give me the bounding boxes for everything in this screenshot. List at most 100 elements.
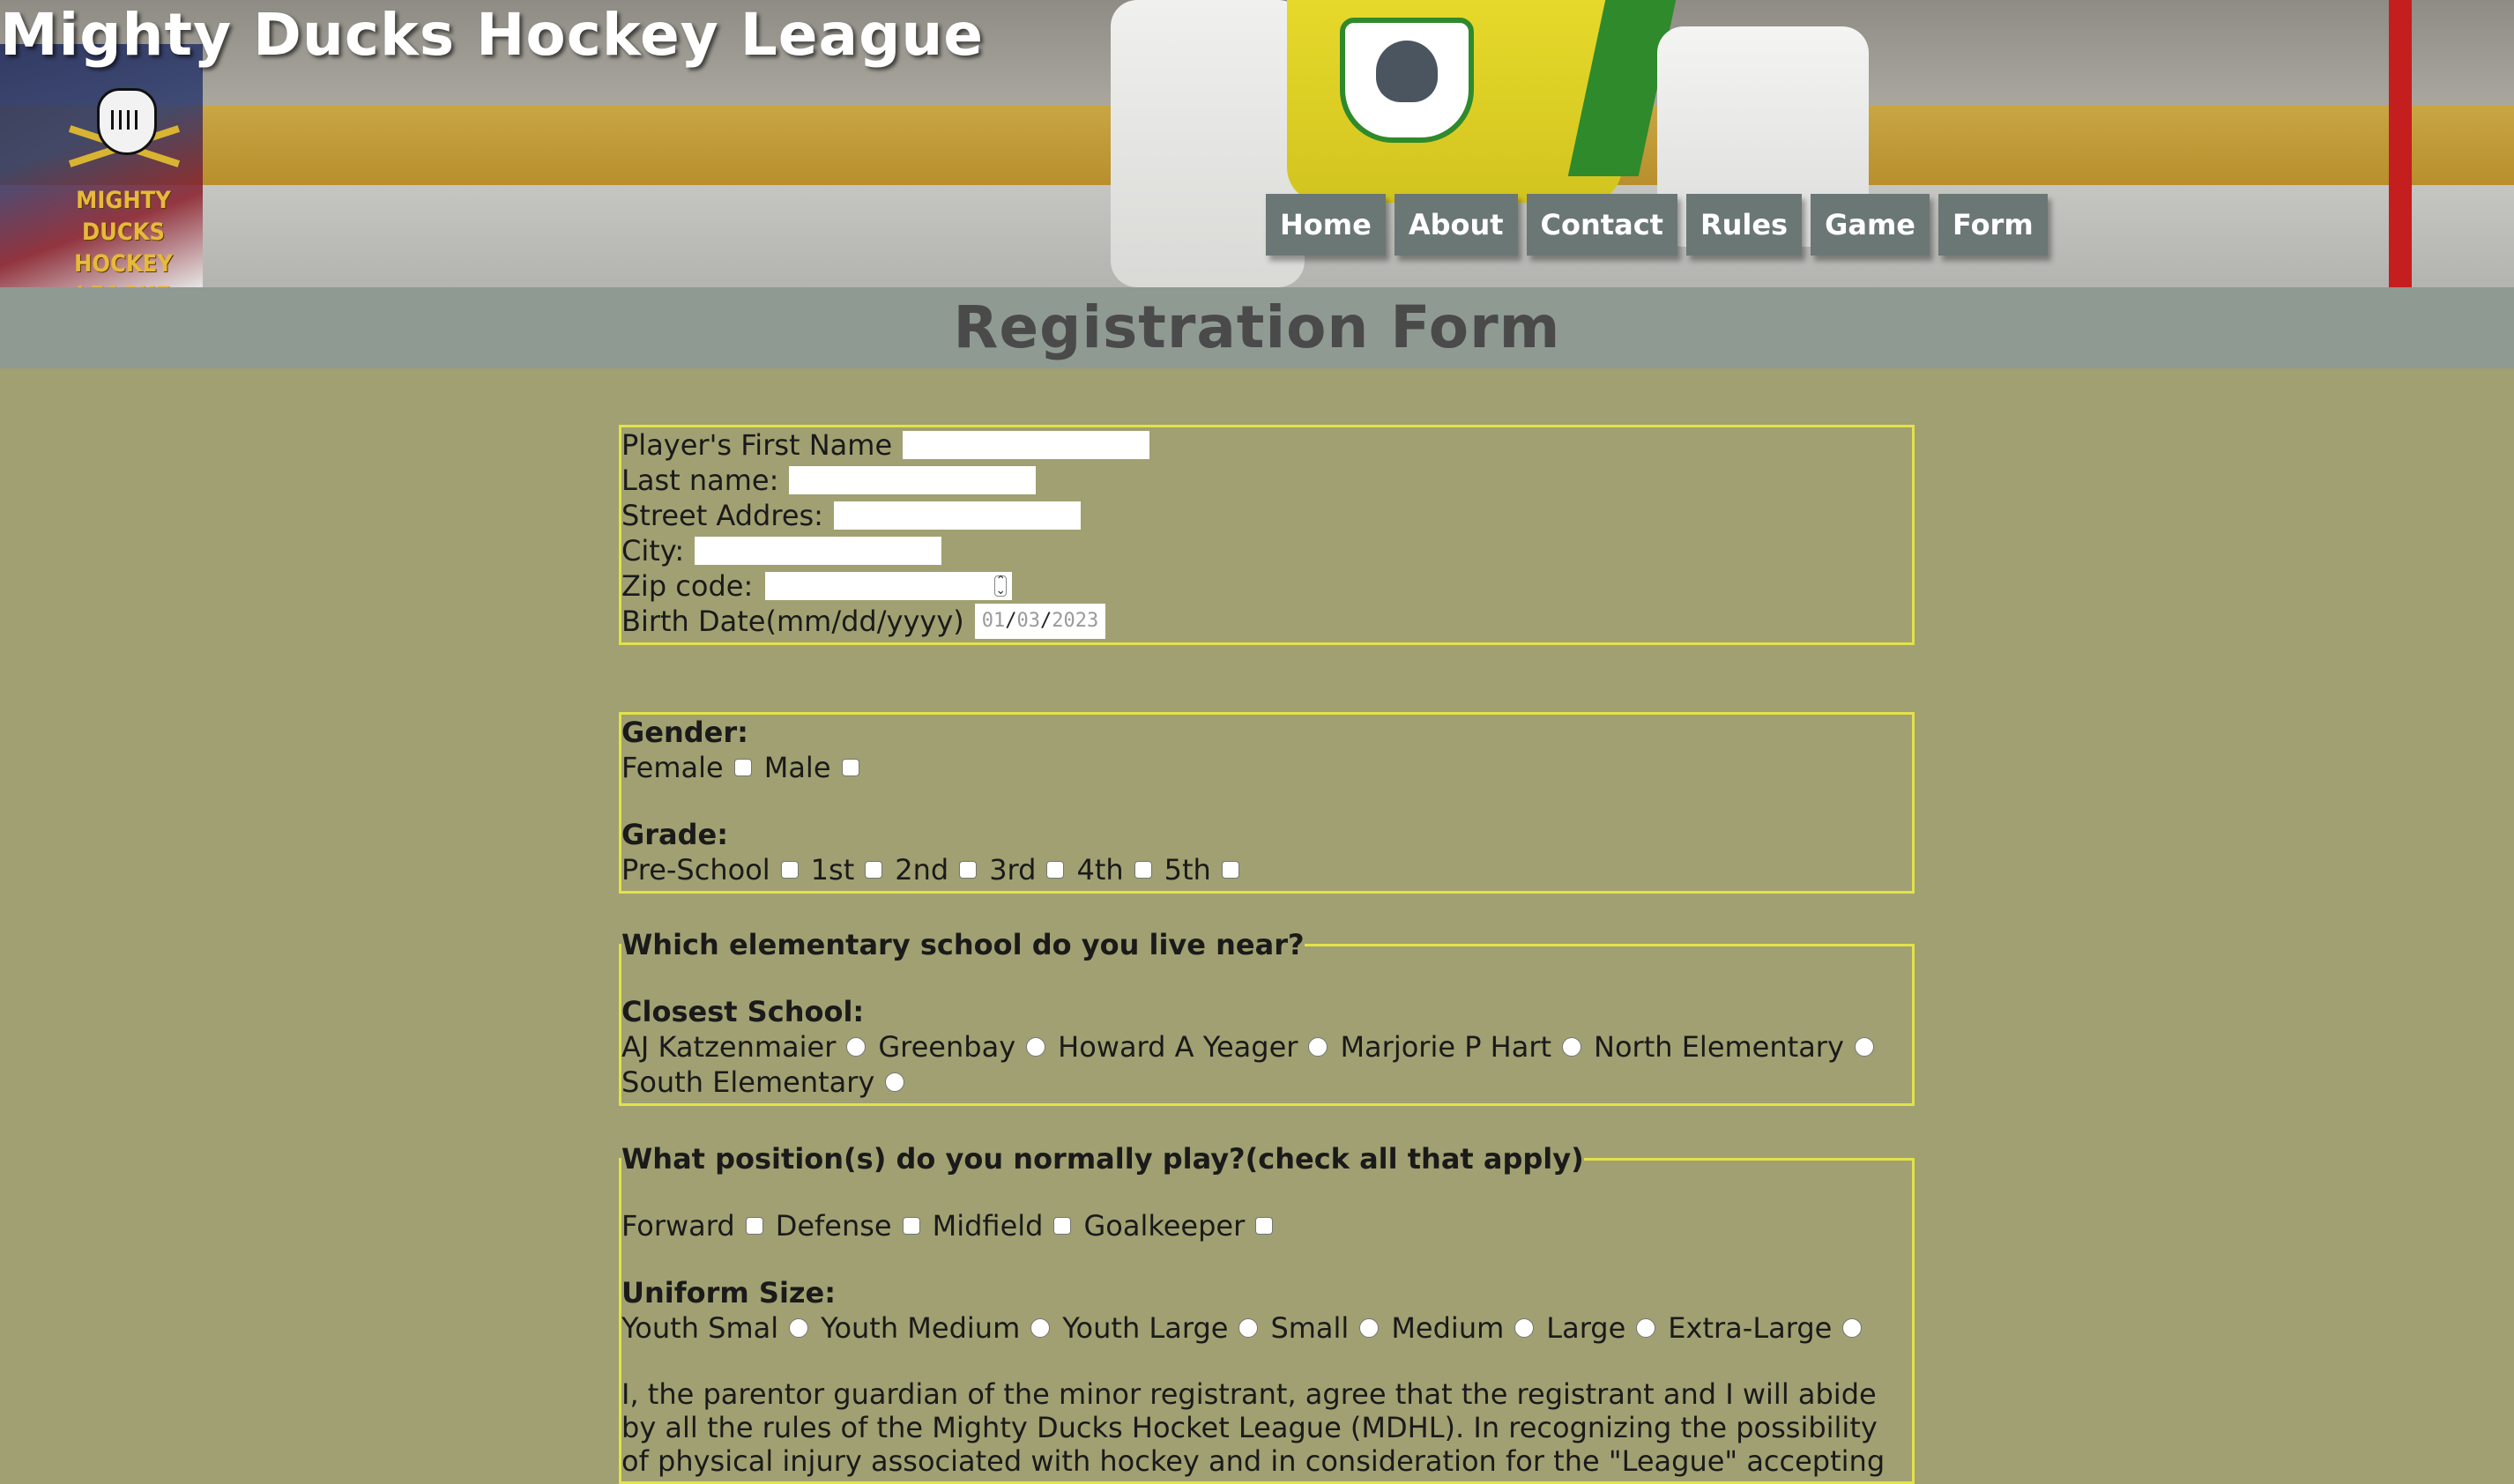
- street-row: Street Addres:: [621, 498, 1912, 533]
- gender-female-checkbox[interactable]: [733, 759, 752, 776]
- position-defense-checkbox[interactable]: [902, 1217, 920, 1235]
- nav-form[interactable]: Form: [1938, 194, 2048, 256]
- gender-male-label: Male: [763, 751, 831, 784]
- grade-5th-label: 5th: [1164, 853, 1211, 887]
- position-option: Goalkeeper: [1083, 1208, 1285, 1243]
- school-option: Marjorie P Hart: [1340, 1029, 1594, 1065]
- birth-day[interactable]: 03: [1016, 610, 1040, 632]
- street-label: Street Addres:: [621, 499, 823, 532]
- last-name-input[interactable]: [789, 466, 1037, 494]
- zip-label: Zip code:: [621, 569, 754, 603]
- uniform-youth-small-radio[interactable]: [789, 1318, 809, 1338]
- uniform-option: Large: [1546, 1310, 1668, 1346]
- grade-1st-checkbox[interactable]: [865, 861, 883, 879]
- uniform-option: Youth Medium: [821, 1310, 1062, 1346]
- position-midfield-checkbox[interactable]: [1053, 1217, 1072, 1235]
- zip-input[interactable]: ⌃ ⌄: [765, 572, 1013, 600]
- school-option: South Elementary: [621, 1065, 917, 1100]
- last-name-label: Last name:: [621, 464, 779, 497]
- main-nav: Home About Contact Rules Game Form: [1266, 194, 2048, 256]
- school-option: North Elementary: [1594, 1029, 1886, 1065]
- birth-month[interactable]: 01: [982, 610, 1006, 632]
- school-options: AJ Katzenmaier Greenbay Howard A Yeager …: [621, 1029, 1912, 1065]
- grade-option: Pre-School: [621, 852, 811, 887]
- uniform-youth-large-label: Youth Large: [1062, 1311, 1229, 1345]
- nav-rules[interactable]: Rules: [1685, 194, 1803, 256]
- logo-text: MIGHTY DUCKS HOCKEY LEAGUE: [35, 185, 212, 287]
- logo-line-1: MIGHTY DUCKS: [76, 187, 171, 246]
- birth-date-label: Birth Date(mm/dd/yyyy): [621, 605, 964, 638]
- school-greenbay-radio[interactable]: [1026, 1037, 1046, 1057]
- school-fieldset: Which elementary school do you live near…: [619, 927, 1915, 1106]
- gender-option-male: Male: [764, 750, 872, 785]
- league-logo[interactable]: MIGHTY DUCKS HOCKEY LEAGUE: [35, 85, 212, 287]
- gender-male-checkbox[interactable]: [841, 759, 859, 776]
- waiver-text: I, the parentor guardian of the minor re…: [621, 1377, 1886, 1478]
- grade-4th-checkbox[interactable]: [1134, 861, 1152, 879]
- grade-preschool-label: Pre-School: [621, 853, 770, 887]
- school-hart-radio[interactable]: [1562, 1037, 1582, 1057]
- school-katzenmaier-radio[interactable]: [846, 1037, 867, 1057]
- grade-option: 2nd: [895, 852, 989, 887]
- uniform-large-radio[interactable]: [1636, 1318, 1656, 1338]
- first-name-input[interactable]: [903, 431, 1150, 459]
- uniform-option: Youth Smal: [621, 1310, 821, 1346]
- nav-game[interactable]: Game: [1811, 194, 1930, 256]
- grade-3rd-label: 3rd: [989, 853, 1037, 887]
- nav-home[interactable]: Home: [1266, 194, 1386, 256]
- gender-heading: Gender:: [621, 716, 748, 749]
- position-midfield-label: Midfield: [932, 1209, 1044, 1243]
- city-label: City:: [621, 534, 685, 568]
- school-north-radio[interactable]: [1854, 1037, 1874, 1057]
- uniform-heading: Uniform Size:: [621, 1276, 837, 1310]
- grade-5th-checkbox[interactable]: [1221, 861, 1239, 879]
- gender-grade-fieldset: Gender: Female Male Grade: Pre-School 1s…: [619, 712, 1915, 894]
- grade-preschool-checkbox[interactable]: [780, 861, 799, 879]
- birth-year[interactable]: 2023: [1052, 610, 1098, 632]
- gender-options: Female Male: [621, 750, 1912, 785]
- grade-4th-label: 4th: [1076, 853, 1124, 887]
- position-goalkeeper-label: Goalkeeper: [1083, 1209, 1246, 1243]
- school-north-label: North Elementary: [1594, 1030, 1844, 1064]
- grade-heading: Grade:: [621, 818, 729, 851]
- uniform-youth-large-radio[interactable]: [1238, 1318, 1259, 1338]
- birth-date-row: Birth Date(mm/dd/yyyy) 01/03/2023: [621, 604, 1912, 639]
- nav-contact[interactable]: Contact: [1526, 194, 1677, 256]
- grade-2nd-label: 2nd: [895, 853, 949, 887]
- position-forward-checkbox[interactable]: [745, 1217, 763, 1235]
- grade-option: 1st: [811, 852, 896, 887]
- uniform-medium-radio[interactable]: [1514, 1318, 1535, 1338]
- registration-form: Player's First Name Last name: Street Ad…: [619, 425, 1915, 1484]
- uniform-small-radio[interactable]: [1359, 1318, 1380, 1338]
- grade-options: Pre-School 1st 2nd 3rd 4th 5th: [621, 852, 1912, 887]
- uniform-xl-radio[interactable]: [1842, 1318, 1863, 1338]
- position-fieldset: What position(s) do you normally play?(c…: [619, 1141, 1915, 1484]
- grade-2nd-checkbox[interactable]: [959, 861, 978, 879]
- position-option: Forward: [621, 1208, 776, 1243]
- first-name-row: Player's First Name: [621, 427, 1912, 463]
- uniform-options: Youth Smal Youth Medium Youth Large Smal…: [621, 1310, 1912, 1346]
- uniform-youth-medium-radio[interactable]: [1030, 1318, 1051, 1338]
- birth-date-input[interactable]: 01/03/2023: [974, 604, 1106, 639]
- gender-option-female: Female: [621, 750, 764, 785]
- grade-3rd-checkbox[interactable]: [1046, 861, 1065, 879]
- school-option: Howard A Yeager: [1058, 1029, 1340, 1065]
- city-input[interactable]: [695, 537, 942, 565]
- school-south-radio[interactable]: [885, 1072, 905, 1092]
- school-katzenmaier-label: AJ Katzenmaier: [621, 1030, 837, 1064]
- last-name-row: Last name:: [621, 463, 1912, 498]
- gender-female-label: Female: [621, 751, 724, 784]
- school-south-label: South Elementary: [621, 1065, 875, 1099]
- uniform-large-label: Large: [1546, 1311, 1626, 1345]
- spinner-icon[interactable]: ⌃ ⌄: [994, 575, 1008, 597]
- grade-option: 3rd: [989, 852, 1076, 887]
- uniform-small-label: Small: [1270, 1311, 1350, 1345]
- city-row: City:: [621, 533, 1912, 568]
- position-goalkeeper-checkbox[interactable]: [1255, 1217, 1274, 1235]
- street-input[interactable]: [833, 501, 1081, 530]
- uniform-option: Extra-Large: [1668, 1310, 1874, 1346]
- nav-about[interactable]: About: [1394, 194, 1518, 256]
- goalie-mask-icon: [97, 88, 157, 155]
- school-yeager-radio[interactable]: [1308, 1037, 1328, 1057]
- site-title: Mighty Ducks Hockey League: [0, 1, 985, 69]
